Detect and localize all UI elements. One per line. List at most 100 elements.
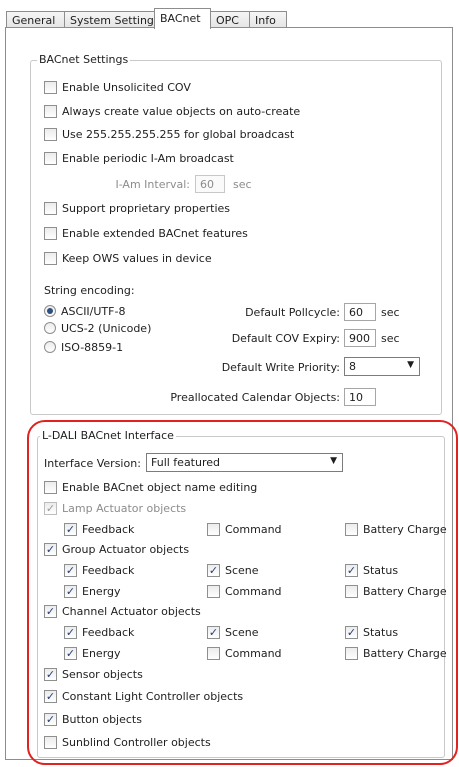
default-cov-expiry-input[interactable]: 900 <box>344 329 376 347</box>
checkbox-box[interactable]: ✓ <box>64 522 77 536</box>
checkbox-label: Status <box>363 625 399 639</box>
checkbox-box[interactable]: ✓ <box>207 625 220 639</box>
iam-interval-input[interactable]: 60 <box>195 175 225 193</box>
checkbox-box[interactable] <box>44 80 57 94</box>
lamp-battery-checkbox[interactable]: Battery Charge <box>345 521 447 537</box>
encoding-iso-radio[interactable]: ISO-8859-1 <box>44 339 123 355</box>
radio-button[interactable] <box>44 341 56 353</box>
default-pollcycle-label: Default Pollcycle: <box>245 306 340 319</box>
preallocated-calendar-input[interactable]: 10 <box>344 388 376 406</box>
channel-command-checkbox[interactable]: Command <box>207 645 282 661</box>
checkbox-box[interactable]: ✓ <box>44 667 57 681</box>
channel-energy-checkbox[interactable]: ✓ Energy <box>64 645 121 661</box>
checkbox-box[interactable] <box>44 151 57 165</box>
checkbox-box[interactable]: ✓ <box>207 563 220 577</box>
checkbox-box[interactable]: ✓ <box>345 563 358 577</box>
group-energy-checkbox[interactable]: ✓ Energy <box>64 583 121 599</box>
chevron-down-icon: ▼ <box>330 456 337 466</box>
checkbox-label: Button objects <box>62 712 142 726</box>
checkbox-box[interactable] <box>345 646 358 660</box>
checkbox-box[interactable]: ✓ <box>64 646 77 660</box>
checkbox-box[interactable]: ✓ <box>44 604 57 618</box>
checkbox-label: Command <box>225 584 282 598</box>
sensor-objects-checkbox[interactable]: ✓ Sensor objects <box>44 666 143 682</box>
radio-button[interactable] <box>44 322 56 334</box>
use-global-broadcast-checkbox[interactable]: Use 255.255.255.255 for global broadcast <box>44 126 294 142</box>
checkbox-label: Keep OWS values in device <box>62 251 212 265</box>
checkbox-box[interactable] <box>44 201 57 215</box>
radio-button[interactable] <box>44 305 56 317</box>
lamp-command-checkbox[interactable]: Command <box>207 521 282 537</box>
enable-name-editing-checkbox[interactable]: Enable BACnet object name editing <box>44 479 257 495</box>
checkbox-box[interactable] <box>345 522 358 536</box>
checkbox-box[interactable] <box>44 735 57 749</box>
channel-feedback-checkbox[interactable]: ✓ Feedback <box>64 624 134 640</box>
group-battery-checkbox[interactable]: Battery Charge <box>345 583 447 599</box>
interface-version-select[interactable]: Full featured ▼ <box>146 453 343 472</box>
checkbox-label: Command <box>225 646 282 660</box>
encoding-ascii-radio[interactable]: ASCII/UTF-8 <box>44 303 125 319</box>
tab-info[interactable]: Info <box>249 11 287 28</box>
checkbox-box[interactable]: ✓ <box>44 501 57 515</box>
checkbox-label: Enable BACnet object name editing <box>62 480 258 494</box>
checkbox-box[interactable] <box>44 480 57 494</box>
checkbox-label: Scene <box>225 625 259 639</box>
sunblind-controller-checkbox[interactable]: Sunblind Controller objects <box>44 734 211 750</box>
always-create-value-objects-checkbox[interactable]: Always create value objects on auto-crea… <box>44 103 300 119</box>
ldali-title: L-DALI BACnet Interface <box>40 429 176 442</box>
checkbox-label: Scene <box>225 563 259 577</box>
enable-unsolicited-cov-checkbox[interactable]: Enable Unsolicited COV <box>44 79 191 95</box>
checkbox-box[interactable] <box>207 584 220 598</box>
channel-battery-checkbox[interactable]: Battery Charge <box>345 645 447 661</box>
checkbox-box[interactable]: ✓ <box>64 584 77 598</box>
checkbox-box[interactable] <box>44 104 57 118</box>
constant-light-checkbox[interactable]: ✓ Constant Light Controller objects <box>44 688 243 704</box>
checkbox-box[interactable] <box>207 646 220 660</box>
checkbox-box[interactable] <box>44 127 57 141</box>
default-pollcycle-input[interactable]: 60 <box>344 303 376 321</box>
tab-opc[interactable]: OPC <box>210 11 250 28</box>
checkbox-box[interactable] <box>345 584 358 598</box>
interface-version-label: Interface Version: <box>44 457 141 470</box>
checkbox-label: Enable periodic I-Am broadcast <box>62 151 234 165</box>
checkbox-box[interactable]: ✓ <box>64 563 77 577</box>
checkbox-box[interactable]: ✓ <box>44 712 57 726</box>
checkbox-box[interactable] <box>207 522 220 536</box>
checkbox-label: Feedback <box>82 625 135 639</box>
checkbox-label: Command <box>225 522 282 536</box>
enable-periodic-iam-checkbox[interactable]: Enable periodic I-Am broadcast <box>44 150 234 166</box>
checkbox-box[interactable]: ✓ <box>44 542 57 556</box>
checkbox-box[interactable]: ✓ <box>44 689 57 703</box>
keep-ows-values-checkbox[interactable]: Keep OWS values in device <box>44 250 212 266</box>
group-status-checkbox[interactable]: ✓ Status <box>345 562 398 578</box>
channel-status-checkbox[interactable]: ✓ Status <box>345 624 398 640</box>
radio-label: UCS-2 (Unicode) <box>61 321 152 335</box>
group-feedback-checkbox[interactable]: ✓ Feedback <box>64 562 134 578</box>
default-pollcycle-unit: sec <box>381 306 400 319</box>
default-write-priority-select[interactable]: 8 ▼ <box>344 357 420 376</box>
checkbox-box[interactable] <box>44 251 57 265</box>
group-scene-checkbox[interactable]: ✓ Scene <box>207 562 259 578</box>
tab-bacnet[interactable]: BACnet <box>154 8 211 29</box>
checkbox-box[interactable] <box>44 226 57 240</box>
group-actuator-checkbox[interactable]: ✓ Group Actuator objects <box>44 541 189 557</box>
group-command-checkbox[interactable]: Command <box>207 583 282 599</box>
checkbox-label: Always create value objects on auto-crea… <box>62 104 301 118</box>
lamp-actuator-checkbox[interactable]: ✓ Lamp Actuator objects <box>44 500 186 516</box>
checkbox-box[interactable]: ✓ <box>345 625 358 639</box>
encoding-ucs2-radio[interactable]: UCS-2 (Unicode) <box>44 320 151 336</box>
preallocated-calendar-label: Preallocated Calendar Objects: <box>170 391 340 404</box>
enable-extended-checkbox[interactable]: Enable extended BACnet features <box>44 225 248 241</box>
tab-general[interactable]: General <box>6 11 65 28</box>
channel-scene-checkbox[interactable]: ✓ Scene <box>207 624 259 640</box>
lamp-feedback-checkbox[interactable]: ✓ Feedback <box>64 521 134 537</box>
checkbox-label: Sensor objects <box>62 667 143 681</box>
checkbox-label: Feedback <box>82 522 135 536</box>
support-proprietary-checkbox[interactable]: Support proprietary properties <box>44 200 230 216</box>
tab-system-settings[interactable]: System Settings <box>64 11 160 28</box>
checkbox-box[interactable]: ✓ <box>64 625 77 639</box>
button-objects-checkbox[interactable]: ✓ Button objects <box>44 711 142 727</box>
channel-actuator-checkbox[interactable]: ✓ Channel Actuator objects <box>44 603 201 619</box>
radio-label: ASCII/UTF-8 <box>61 304 126 318</box>
checkbox-label: Energy <box>82 646 121 660</box>
